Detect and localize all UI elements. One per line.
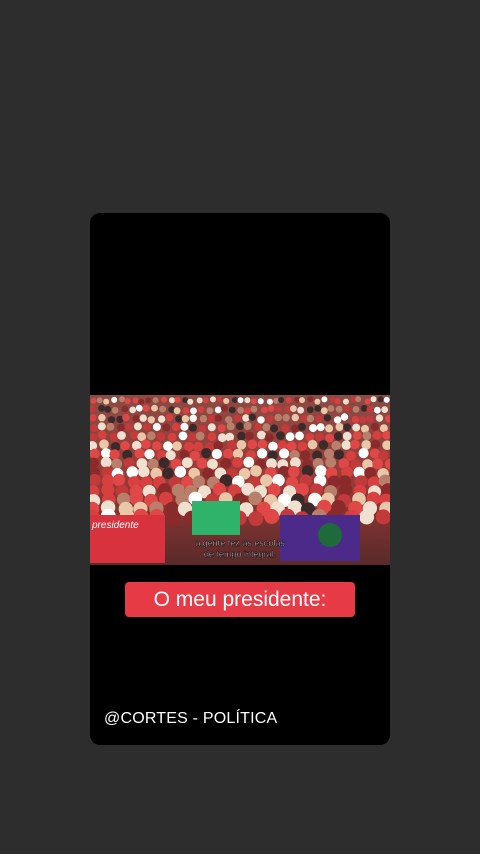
subtitle-line-1: a gente fez as escolas [195, 538, 285, 548]
video-frame[interactable]: presidente a gente fez as escolas de tem… [90, 395, 390, 565]
green-sign [192, 501, 240, 535]
screen: presidente a gente fez as escolas de tem… [0, 0, 480, 854]
crowd-video-still: presidente a gente fez as escolas de tem… [90, 395, 390, 565]
caption-text: O meu presidente: [125, 582, 355, 617]
story-card[interactable]: presidente a gente fez as escolas de tem… [90, 213, 390, 745]
subtitle-line-2: de tempo integral. [204, 549, 276, 559]
banner-text: presidente [91, 520, 139, 531]
account-handle[interactable]: @CORTES - POLÍTICA [104, 710, 277, 728]
